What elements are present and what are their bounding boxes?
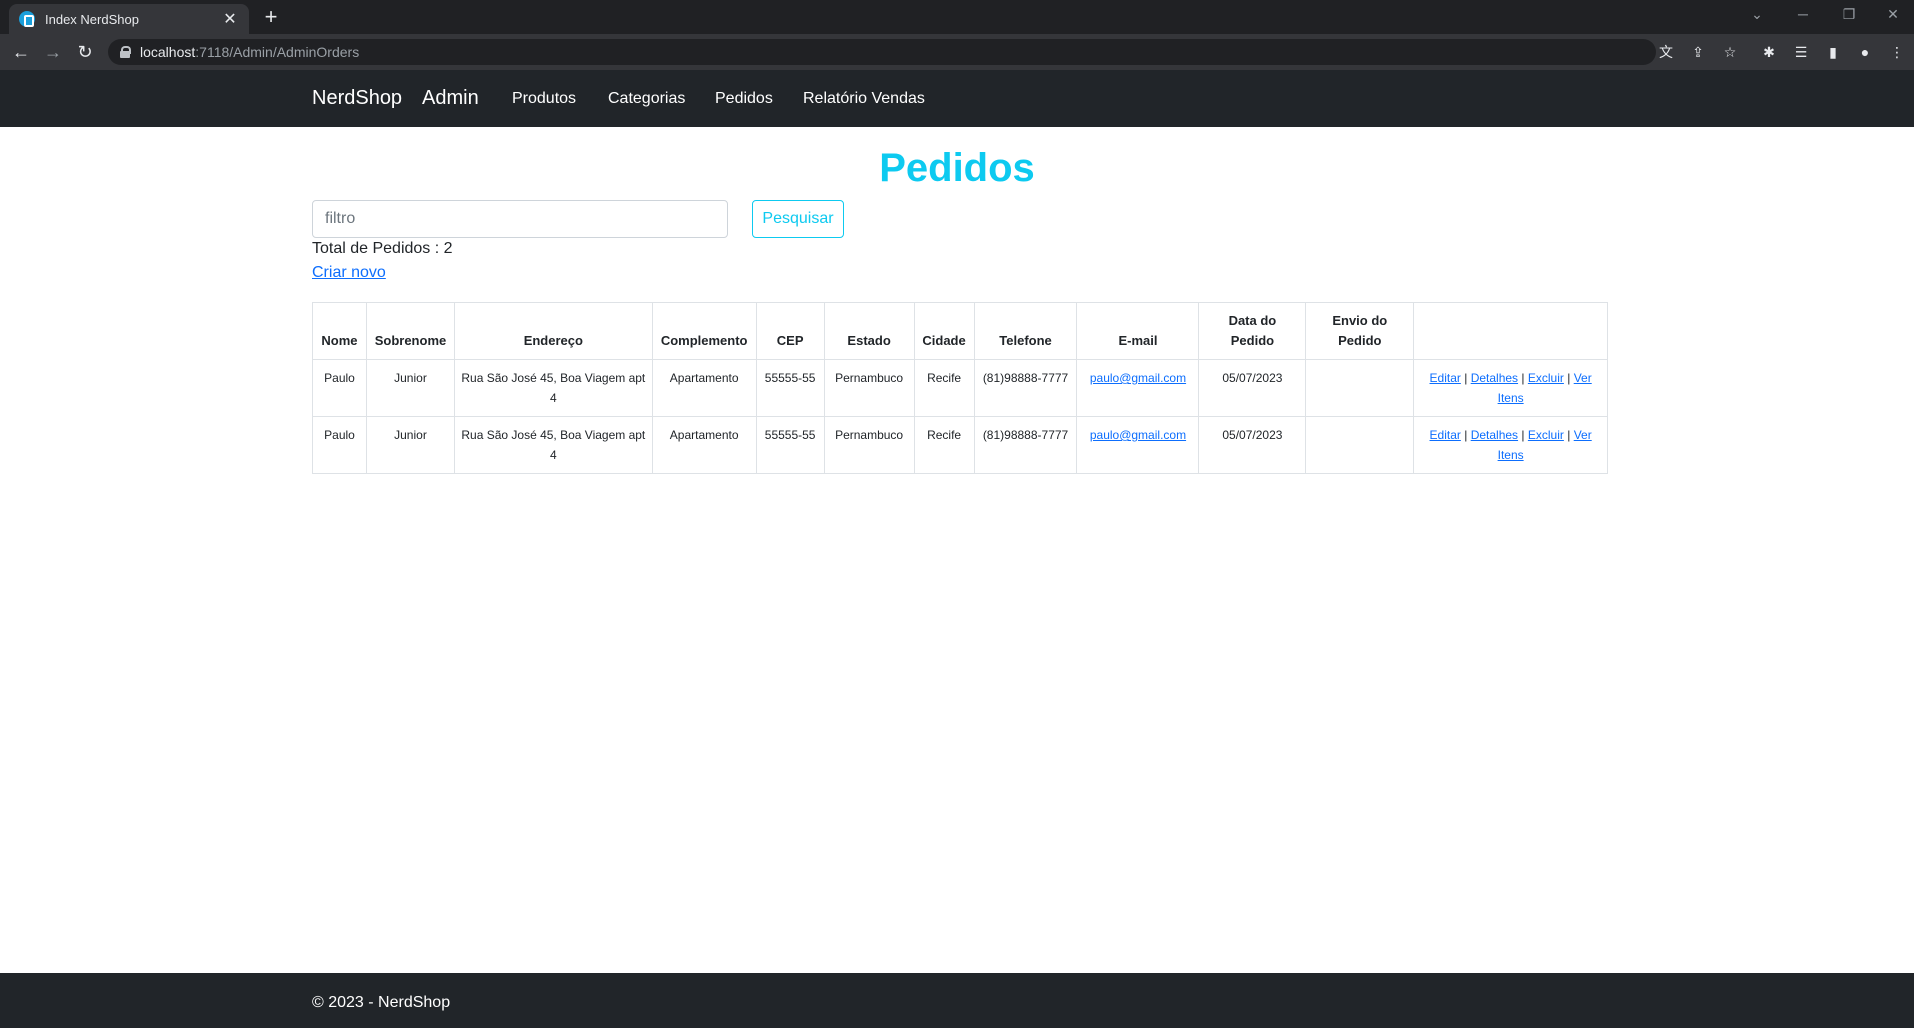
header-nome: Nome <box>312 302 367 360</box>
cell-endereco: Rua São José 45, Boa Viagem apt 4 <box>453 416 653 474</box>
profile-icon[interactable]: ● <box>1855 42 1875 62</box>
header-cidade: Cidade <box>913 302 975 360</box>
delete-link[interactable]: Excluir <box>1528 371 1564 385</box>
side-panel-icon[interactable]: ▮ <box>1823 42 1843 62</box>
total-orders: Total de Pedidos : 2 <box>312 240 453 257</box>
address-bar[interactable]: localhost :7118/Admin/AdminOrders <box>108 39 1656 65</box>
reload-icon[interactable]: ↻ <box>73 40 97 64</box>
table-row: Paulo Junior Rua São José 45, Boa Viagem… <box>312 416 1608 474</box>
cell-telefone: (81)98888-7777 <box>973 359 1078 417</box>
translate-icon[interactable]: 文 <box>1656 42 1676 62</box>
browser-tab[interactable]: Index NerdShop ✕ <box>9 4 249 34</box>
url-host: localhost <box>140 44 196 60</box>
table-header-row: Nome Sobrenome Endereço Complemento CEP … <box>312 302 1608 360</box>
page-title: Pedidos <box>879 146 1035 190</box>
separator: | <box>1521 428 1525 442</box>
admin-link[interactable]: Admin <box>422 87 479 110</box>
tab-title: Index NerdShop <box>45 11 139 27</box>
details-link[interactable]: Detalhes <box>1471 371 1518 385</box>
nav-link-relatorio-vendas[interactable]: Relatório Vendas <box>803 90 925 108</box>
separator: | <box>1521 371 1525 385</box>
create-new-link[interactable]: Criar novo <box>312 264 386 282</box>
app-navbar: NerdShop Admin Produtos Categorias Pedid… <box>0 70 1914 127</box>
cell-actions: Editar | Detalhes | Excluir | Ver Itens <box>1413 359 1608 417</box>
cell-actions: Editar | Detalhes | Excluir | Ver Itens <box>1413 416 1608 474</box>
cell-email: paulo@gmail.com <box>1076 359 1200 417</box>
table-row: Paulo Junior Rua São José 45, Boa Viagem… <box>312 359 1608 417</box>
window-close-icon[interactable]: ✕ <box>1878 6 1908 23</box>
footer-text: © 2023 - NerdShop <box>312 994 451 1011</box>
tab-search-icon[interactable]: ⌄ <box>1742 6 1772 23</box>
cell-cidade: Recife <box>913 416 975 474</box>
lock-icon <box>120 46 131 58</box>
cell-email: paulo@gmail.com <box>1076 416 1200 474</box>
delete-link[interactable]: Excluir <box>1528 428 1564 442</box>
search-button[interactable]: Pesquisar <box>752 200 844 238</box>
header-endereco: Endereço <box>453 302 653 360</box>
header-email: E-mail <box>1076 302 1200 360</box>
cell-complemento: Apartamento <box>651 416 757 474</box>
cell-cep: 55555-55 <box>755 359 825 417</box>
cell-envio-pedido <box>1305 416 1415 474</box>
cell-cidade: Recife <box>913 359 975 417</box>
header-estado: Estado <box>823 302 915 360</box>
separator: | <box>1464 371 1468 385</box>
header-cep: CEP <box>755 302 825 360</box>
header-data-pedido: Data do Pedido <box>1198 302 1307 360</box>
cell-endereco: Rua São José 45, Boa Viagem apt 4 <box>453 359 653 417</box>
url-path: :7118/Admin/AdminOrders <box>195 44 360 60</box>
orders-table: Nome Sobrenome Endereço Complemento CEP … <box>312 302 1608 474</box>
back-icon[interactable]: ← <box>9 40 33 64</box>
cell-data-pedido: 05/07/2023 <box>1198 359 1307 417</box>
cell-telefone: (81)98888-7777 <box>973 416 1078 474</box>
forward-icon[interactable]: → <box>41 40 65 64</box>
extensions-icon[interactable]: ✱ <box>1759 42 1779 62</box>
browser-tab-bar: Index NerdShop ✕ + ⌄ ─ ❐ ✕ <box>0 0 1914 34</box>
cell-complemento: Apartamento <box>651 359 757 417</box>
email-link[interactable]: paulo@gmail.com <box>1090 428 1186 442</box>
cell-envio-pedido <box>1305 359 1415 417</box>
favicon-icon <box>19 11 35 27</box>
separator: | <box>1567 371 1571 385</box>
restore-icon[interactable]: ❐ <box>1834 6 1864 23</box>
cell-estado: Pernambuco <box>823 416 915 474</box>
cell-cep: 55555-55 <box>755 416 825 474</box>
edit-link[interactable]: Editar <box>1430 428 1461 442</box>
bookmark-star-icon[interactable]: ☆ <box>1720 42 1740 62</box>
brand-link[interactable]: NerdShop <box>312 87 402 110</box>
share-icon[interactable]: ⇪ <box>1688 42 1708 62</box>
nav-link-categorias[interactable]: Categorias <box>608 90 685 108</box>
separator: | <box>1464 428 1468 442</box>
header-telefone: Telefone <box>973 302 1078 360</box>
cell-sobrenome: Junior <box>365 359 455 417</box>
close-tab-icon[interactable]: ✕ <box>221 9 239 29</box>
email-link[interactable]: paulo@gmail.com <box>1090 371 1186 385</box>
header-complemento: Complemento <box>651 302 757 360</box>
new-tab-icon[interactable]: + <box>258 4 284 30</box>
cell-data-pedido: 05/07/2023 <box>1198 416 1307 474</box>
separator: | <box>1567 428 1571 442</box>
cell-sobrenome: Junior <box>365 416 455 474</box>
minimize-icon[interactable]: ─ <box>1788 6 1818 22</box>
header-actions <box>1413 302 1608 360</box>
cell-nome: Paulo <box>312 416 367 474</box>
cell-nome: Paulo <box>312 359 367 417</box>
details-link[interactable]: Detalhes <box>1471 428 1518 442</box>
header-sobrenome: Sobrenome <box>365 302 455 360</box>
nav-link-pedidos[interactable]: Pedidos <box>715 90 773 108</box>
footer: © 2023 - NerdShop <box>0 973 1914 1028</box>
header-envio-pedido: Envio do Pedido <box>1305 302 1415 360</box>
cell-estado: Pernambuco <box>823 359 915 417</box>
menu-icon[interactable]: ⋮ <box>1887 42 1907 62</box>
media-icon[interactable]: ☰ <box>1791 42 1811 62</box>
filter-input[interactable] <box>312 200 728 238</box>
browser-toolbar: ← → ↻ localhost :7118/Admin/AdminOrders … <box>0 34 1914 70</box>
edit-link[interactable]: Editar <box>1430 371 1461 385</box>
nav-link-produtos[interactable]: Produtos <box>512 90 576 108</box>
